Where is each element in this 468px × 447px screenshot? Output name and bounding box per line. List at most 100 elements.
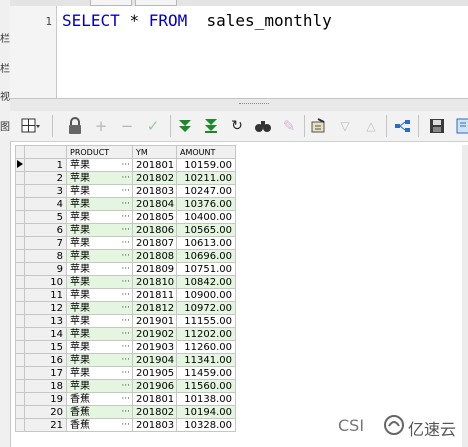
cell-ellipsis-button[interactable]: ··· bbox=[121, 303, 132, 314]
cell-amount[interactable]: 10613.00 bbox=[176, 236, 236, 250]
cell-amount[interactable]: 11560.00 bbox=[176, 379, 236, 393]
table-row[interactable]: 19 香蕉 ··· 201801 10138.00 bbox=[15, 392, 236, 406]
cell-ym[interactable]: 201904 bbox=[132, 353, 177, 367]
cell-ym[interactable]: 201808 bbox=[132, 249, 177, 263]
cell-ym[interactable]: 201903 bbox=[132, 340, 177, 354]
table-row[interactable]: 3 苹果 ··· 201803 10247.00 bbox=[15, 184, 236, 198]
row-indicator[interactable] bbox=[15, 158, 25, 172]
cell-ellipsis-button[interactable]: ··· bbox=[121, 368, 132, 379]
cell-amount[interactable]: 11155.00 bbox=[176, 314, 236, 328]
cell-ellipsis-button[interactable]: ··· bbox=[121, 277, 132, 288]
cell-product[interactable]: 苹果 ··· bbox=[66, 158, 133, 172]
cell-amount[interactable]: 10138.00 bbox=[176, 392, 236, 406]
cell-product[interactable]: 苹果 ··· bbox=[66, 379, 133, 393]
grid-menu-icon[interactable] bbox=[20, 115, 42, 137]
cell-product[interactable]: 香蕉 ··· bbox=[66, 405, 133, 419]
column-header-amount[interactable]: AMOUNT bbox=[176, 145, 236, 159]
cell-ellipsis-button[interactable]: ··· bbox=[121, 290, 132, 301]
row-indicator[interactable] bbox=[15, 327, 25, 341]
cell-ym[interactable]: 201802 bbox=[132, 171, 177, 185]
cell-amount[interactable]: 10247.00 bbox=[176, 184, 236, 198]
cell-product[interactable]: 苹果 ··· bbox=[66, 197, 133, 211]
cell-ym[interactable]: 201809 bbox=[132, 262, 177, 276]
row-indicator[interactable] bbox=[15, 210, 25, 224]
table-row[interactable]: 1 苹果 ··· 201801 10159.00 bbox=[15, 158, 236, 172]
cell-product[interactable]: 苹果 ··· bbox=[66, 262, 133, 276]
cell-ellipsis-button[interactable]: ··· bbox=[121, 342, 132, 353]
row-number[interactable]: 20 bbox=[24, 405, 67, 419]
delete-record-icon[interactable]: − bbox=[116, 115, 138, 137]
add-record-icon[interactable]: + bbox=[90, 115, 112, 137]
cell-ym[interactable]: 201906 bbox=[132, 379, 177, 393]
cell-ellipsis-button[interactable]: ··· bbox=[121, 394, 132, 405]
table-row[interactable]: 17 苹果 ··· 201905 11459.00 bbox=[15, 366, 236, 380]
save-icon[interactable] bbox=[426, 115, 448, 137]
row-number[interactable]: 8 bbox=[24, 249, 67, 263]
cell-amount[interactable]: 10159.00 bbox=[176, 158, 236, 172]
row-number[interactable]: 16 bbox=[24, 353, 67, 367]
cell-ym[interactable]: 201801 bbox=[132, 392, 177, 406]
row-number[interactable]: 17 bbox=[24, 366, 67, 380]
cell-product[interactable]: 香蕉 ··· bbox=[66, 418, 133, 432]
row-number[interactable]: 2 bbox=[24, 171, 67, 185]
cell-amount[interactable]: 11341.00 bbox=[176, 353, 236, 367]
refresh-icon[interactable]: ↻ bbox=[226, 115, 248, 137]
cell-ellipsis-button[interactable]: ··· bbox=[121, 316, 132, 327]
cell-product[interactable]: 苹果 ··· bbox=[66, 210, 133, 224]
cell-amount[interactable]: 10696.00 bbox=[176, 249, 236, 263]
row-number[interactable]: 9 bbox=[24, 262, 67, 276]
column-header-product[interactable]: PRODUCT bbox=[66, 145, 133, 159]
pane-splitter[interactable] bbox=[10, 98, 468, 112]
cell-product[interactable]: 苹果 ··· bbox=[66, 236, 133, 250]
panel-tab-glyph[interactable]: 图 bbox=[0, 118, 10, 133]
cell-product[interactable]: 苹果 ··· bbox=[66, 249, 133, 263]
cell-ym[interactable]: 201811 bbox=[132, 288, 177, 302]
cell-ym[interactable]: 201804 bbox=[132, 197, 177, 211]
cell-product[interactable]: 苹果 ··· bbox=[66, 314, 133, 328]
row-indicator[interactable] bbox=[15, 184, 25, 198]
cell-product[interactable]: 苹果 ··· bbox=[66, 353, 133, 367]
cell-amount[interactable]: 10842.00 bbox=[176, 275, 236, 289]
row-number[interactable]: 4 bbox=[24, 197, 67, 211]
table-row[interactable]: 15 苹果 ··· 201903 11260.00 bbox=[15, 340, 236, 354]
cell-amount[interactable]: 11202.00 bbox=[176, 327, 236, 341]
cell-amount[interactable]: 11260.00 bbox=[176, 340, 236, 354]
table-row[interactable]: 11 苹果 ··· 201811 10900.00 bbox=[15, 288, 236, 302]
sql-editor[interactable]: 1 SELECT * FROM sales_monthly bbox=[10, 6, 468, 98]
find-icon[interactable] bbox=[252, 115, 274, 137]
row-indicator[interactable] bbox=[15, 288, 25, 302]
cell-product[interactable]: 苹果 ··· bbox=[66, 184, 133, 198]
more-icon[interactable] bbox=[452, 115, 468, 137]
row-indicator[interactable] bbox=[15, 223, 25, 237]
splitter-grip[interactable] bbox=[239, 103, 269, 106]
cell-amount[interactable]: 10194.00 bbox=[176, 405, 236, 419]
cell-amount[interactable]: 10376.00 bbox=[176, 197, 236, 211]
row-indicator[interactable] bbox=[15, 418, 25, 432]
row-indicator[interactable] bbox=[15, 262, 25, 276]
table-row[interactable]: 8 苹果 ··· 201808 10696.00 bbox=[15, 249, 236, 263]
cell-ellipsis-button[interactable]: ··· bbox=[121, 251, 132, 262]
cell-ym[interactable]: 201802 bbox=[132, 405, 177, 419]
result-grid[interactable]: PRODUCT YM AMOUNT 1 苹果 ··· 201801 10159.00 2 苹… bbox=[15, 145, 236, 432]
table-row[interactable]: 2 苹果 ··· 201802 10211.00 bbox=[15, 171, 236, 185]
table-row[interactable]: 5 苹果 ··· 201805 10400.00 bbox=[15, 210, 236, 224]
export-icon[interactable] bbox=[392, 115, 414, 137]
cell-product[interactable]: 苹果 ··· bbox=[66, 301, 133, 315]
row-number[interactable]: 6 bbox=[24, 223, 67, 237]
cell-amount[interactable]: 10972.00 bbox=[176, 301, 236, 315]
filter-down-icon[interactable]: ▽ bbox=[334, 115, 356, 137]
row-indicator[interactable] bbox=[15, 379, 25, 393]
table-row[interactable]: 4 苹果 ··· 201804 10376.00 bbox=[15, 197, 236, 211]
cell-ellipsis-button[interactable]: ··· bbox=[121, 329, 132, 340]
cell-product[interactable]: 苹果 ··· bbox=[66, 223, 133, 237]
lock-icon[interactable] bbox=[64, 115, 86, 137]
row-number[interactable]: 12 bbox=[24, 301, 67, 315]
row-number[interactable]: 1 bbox=[24, 158, 67, 172]
row-indicator[interactable] bbox=[15, 340, 25, 354]
panel-tab-glyph[interactable]: 栏 bbox=[0, 30, 10, 45]
cell-ym[interactable]: 201803 bbox=[132, 418, 177, 432]
row-number[interactable]: 11 bbox=[24, 288, 67, 302]
fetch-next-icon[interactable] bbox=[174, 115, 196, 137]
row-indicator[interactable] bbox=[15, 366, 25, 380]
cell-ellipsis-button[interactable]: ··· bbox=[121, 381, 132, 392]
